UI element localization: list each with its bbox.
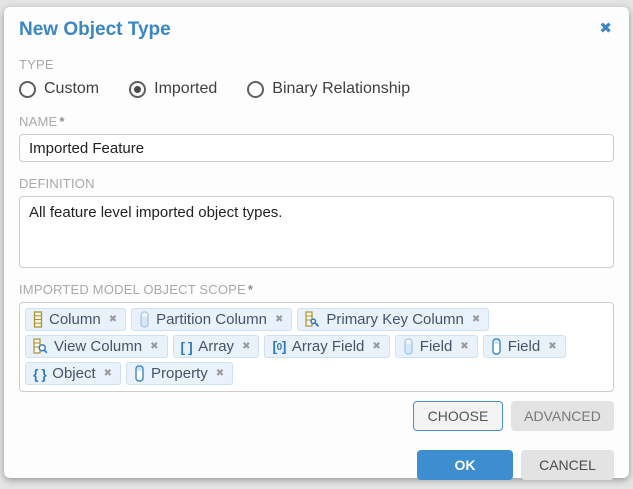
tag-remove-icon[interactable]: ✖ [460, 341, 468, 352]
field-outline-icon [491, 338, 502, 355]
scope-tag: Field ✖ [483, 335, 566, 358]
tag-remove-icon[interactable]: ✖ [275, 314, 283, 325]
scope-tag: Field ✖ [395, 335, 478, 358]
view-column-icon [33, 338, 48, 355]
definition-textarea[interactable]: All feature level imported object types. [19, 196, 614, 268]
type-radio-group: Custom Imported Binary Relationship [19, 78, 614, 100]
required-marker: * [59, 114, 64, 129]
scope-tag: Primary Key Column ✖ [297, 308, 489, 331]
tag-remove-icon[interactable]: ✖ [472, 314, 480, 325]
scope-tag: [ ] Array ✖ [173, 335, 260, 358]
advanced-button[interactable]: ADVANCED [511, 401, 614, 431]
primary-key-column-icon [305, 311, 320, 328]
scope-tag: { } Object ✖ [25, 362, 121, 385]
radio-option-imported[interactable]: Imported [129, 80, 217, 98]
tag-remove-icon[interactable]: ✖ [104, 368, 112, 379]
scope-tag: View Column ✖ [25, 335, 168, 358]
scope-label: IMPORTED MODEL OBJECT SCOPE* [19, 282, 614, 298]
scope-tag: Column ✖ [25, 308, 126, 331]
radio-option-binary-relationship[interactable]: Binary Relationship [247, 80, 410, 98]
dialog-title: New Object Type [19, 19, 171, 41]
scope-actions: CHOOSE ADVANCED [19, 401, 614, 431]
radio-option-custom[interactable]: Custom [19, 80, 99, 98]
new-object-type-dialog: New Object Type ✖ TYPE Custom Imported B… [4, 7, 629, 478]
choose-button[interactable]: CHOOSE [413, 401, 503, 431]
object-icon: { } [33, 367, 46, 381]
tag-remove-icon[interactable]: ✖ [548, 341, 556, 352]
scope-tag: [0] Array Field ✖ [264, 335, 389, 358]
radio-button-icon[interactable] [129, 81, 146, 98]
required-marker: * [248, 282, 253, 297]
partition-column-icon [139, 311, 150, 328]
tag-remove-icon[interactable]: ✖ [242, 341, 250, 352]
array-field-icon: [0] [272, 339, 285, 355]
definition-label: DEFINITION [19, 176, 614, 192]
dialog-header: New Object Type ✖ [19, 19, 614, 43]
name-input[interactable] [19, 134, 614, 162]
scope-tag-list: Column ✖ Partition Column ✖ Primary Key … [25, 308, 608, 385]
ok-button[interactable]: OK [417, 450, 513, 480]
tag-remove-icon[interactable]: ✖ [372, 341, 380, 352]
radio-button-icon[interactable] [19, 81, 36, 98]
scope-tag: Partition Column ✖ [131, 308, 292, 331]
tag-remove-icon[interactable]: ✖ [150, 341, 158, 352]
dialog-footer: OK CANCEL [19, 450, 614, 480]
tag-remove-icon[interactable]: ✖ [109, 314, 117, 325]
property-icon [134, 365, 145, 382]
radio-button-icon[interactable] [247, 81, 264, 98]
name-label: NAME* [19, 114, 614, 130]
scope-field[interactable]: Column ✖ Partition Column ✖ Primary Key … [19, 302, 614, 392]
array-icon: [ ] [181, 340, 193, 354]
type-label: TYPE [19, 57, 614, 73]
column-icon [33, 311, 43, 328]
tag-remove-icon[interactable]: ✖ [216, 368, 224, 379]
field-light-icon [403, 338, 414, 355]
close-icon[interactable]: ✖ [597, 19, 614, 39]
cancel-button[interactable]: CANCEL [521, 450, 614, 480]
scope-tag: Property ✖ [126, 362, 233, 385]
